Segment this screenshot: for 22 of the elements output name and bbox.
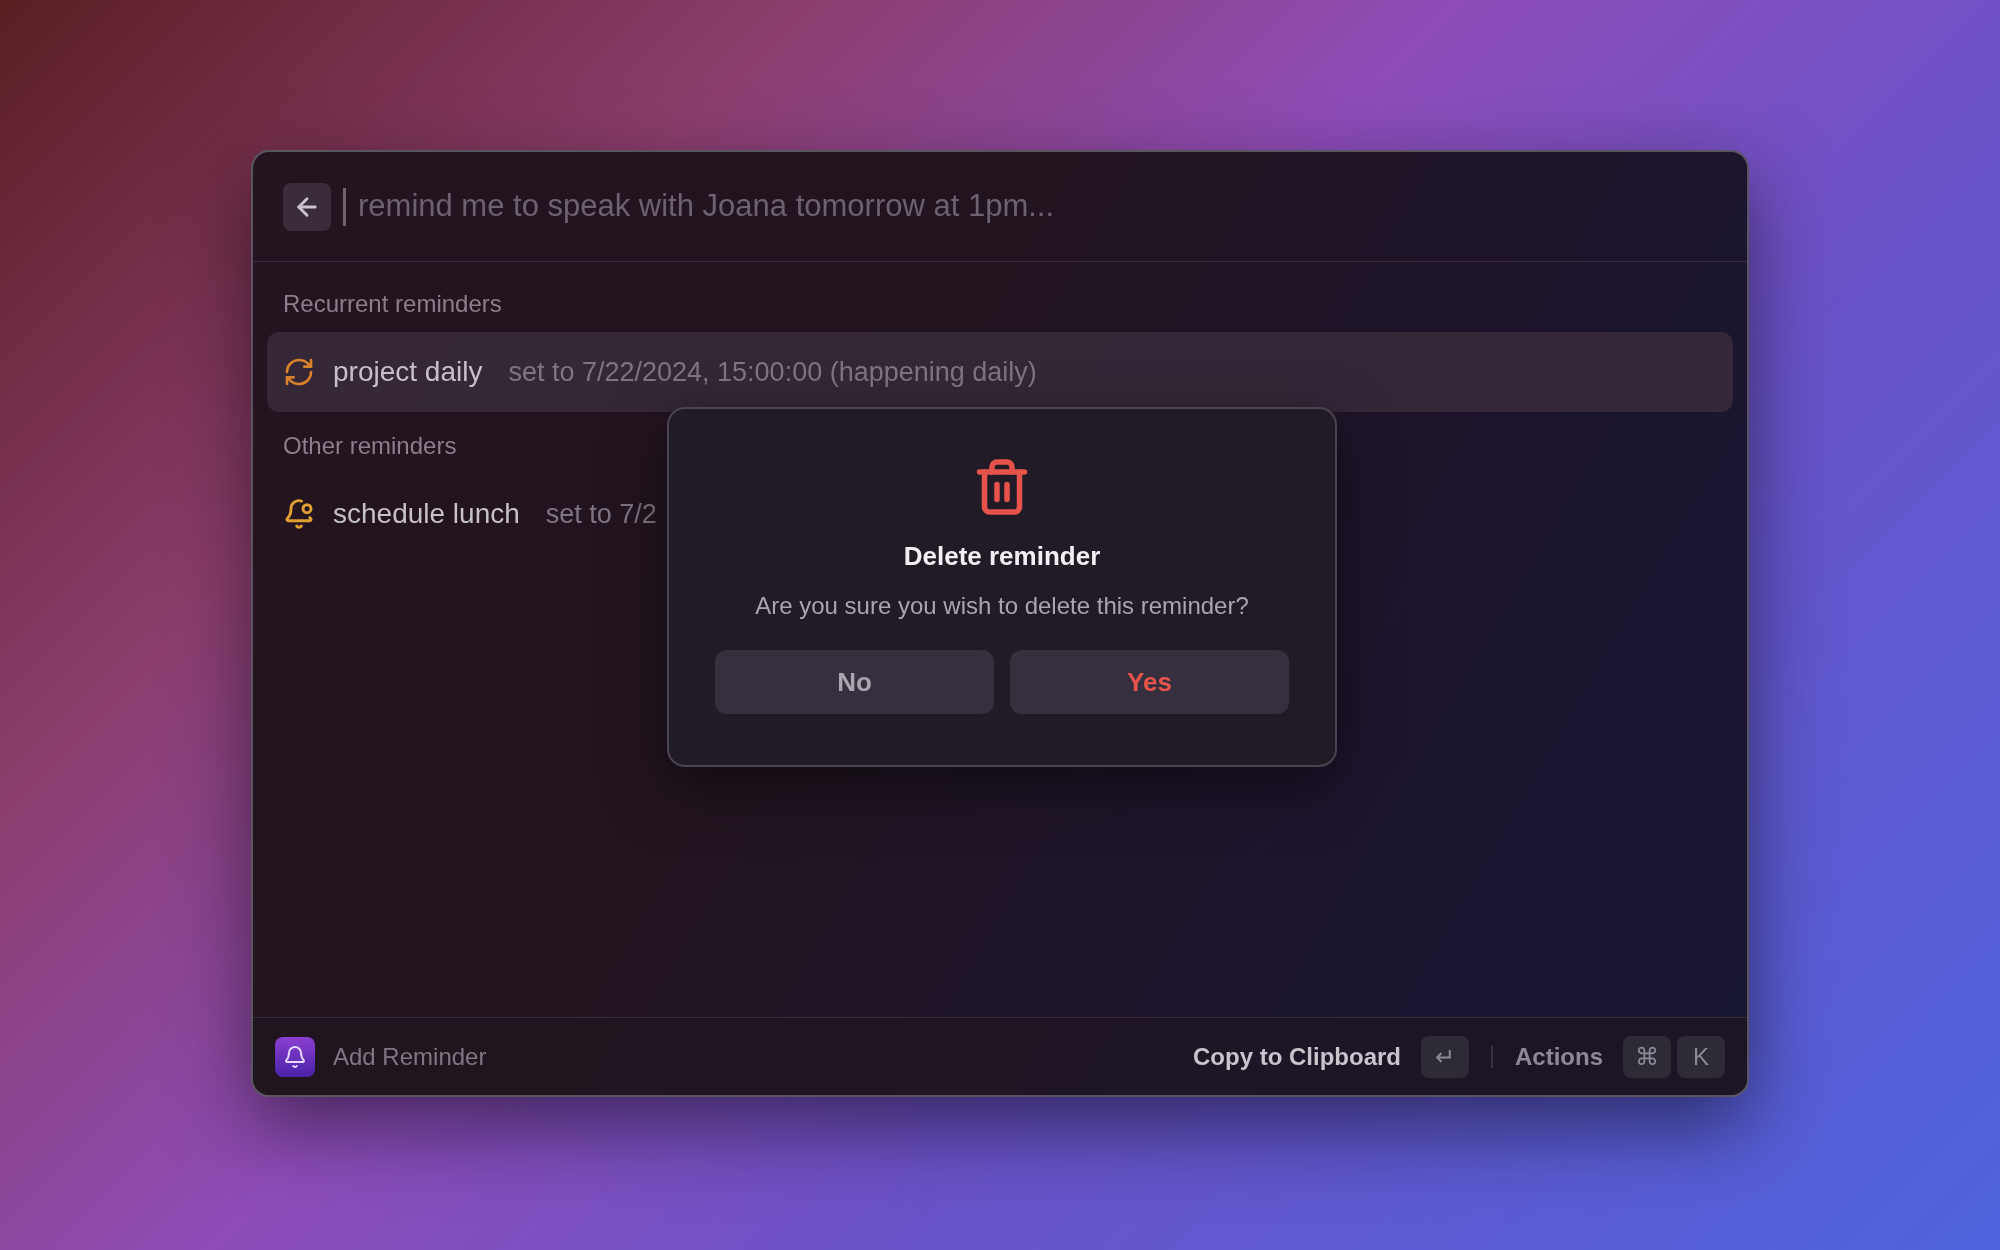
back-button[interactable] <box>283 182 331 231</box>
bell-icon <box>283 1044 307 1069</box>
reminder-row[interactable]: project daily set to 7/22/2024, 15:00:00 (happening daily) <box>267 332 1733 412</box>
key-hint: ↵ <box>1421 1035 1469 1078</box>
refresh-icon <box>283 356 315 388</box>
cancel-button[interactable]: No <box>715 650 994 714</box>
key-hint: ⌘ <box>1623 1035 1671 1078</box>
bell-icon <box>283 498 315 530</box>
app-label: Add Reminder <box>333 1041 487 1072</box>
reminder-title: schedule lunch <box>333 497 520 531</box>
reminder-detail: set to 7/2 <box>545 497 657 531</box>
key-hint: K <box>1677 1035 1725 1078</box>
reminder-detail: set to 7/22/2024, 15:00:00 (happening daily) <box>508 355 1037 389</box>
section-heading: Recurrent reminders <box>282 289 503 319</box>
reminder-title: project daily <box>333 355 483 389</box>
search-field[interactable]: remind me to speak with Joana tomorrow at 1pm... <box>358 183 1717 230</box>
copy-to-clipboard-button[interactable]: Copy to Clipboard <box>1193 1038 1401 1075</box>
text-cursor <box>343 187 346 226</box>
actions-button[interactable]: Actions <box>1515 1038 1603 1075</box>
dialog-title: Delete reminder <box>903 540 1101 573</box>
dialog-message: Are you sure you wish to delete this reminder? <box>755 591 1249 621</box>
section-heading: Other reminders <box>282 431 458 461</box>
